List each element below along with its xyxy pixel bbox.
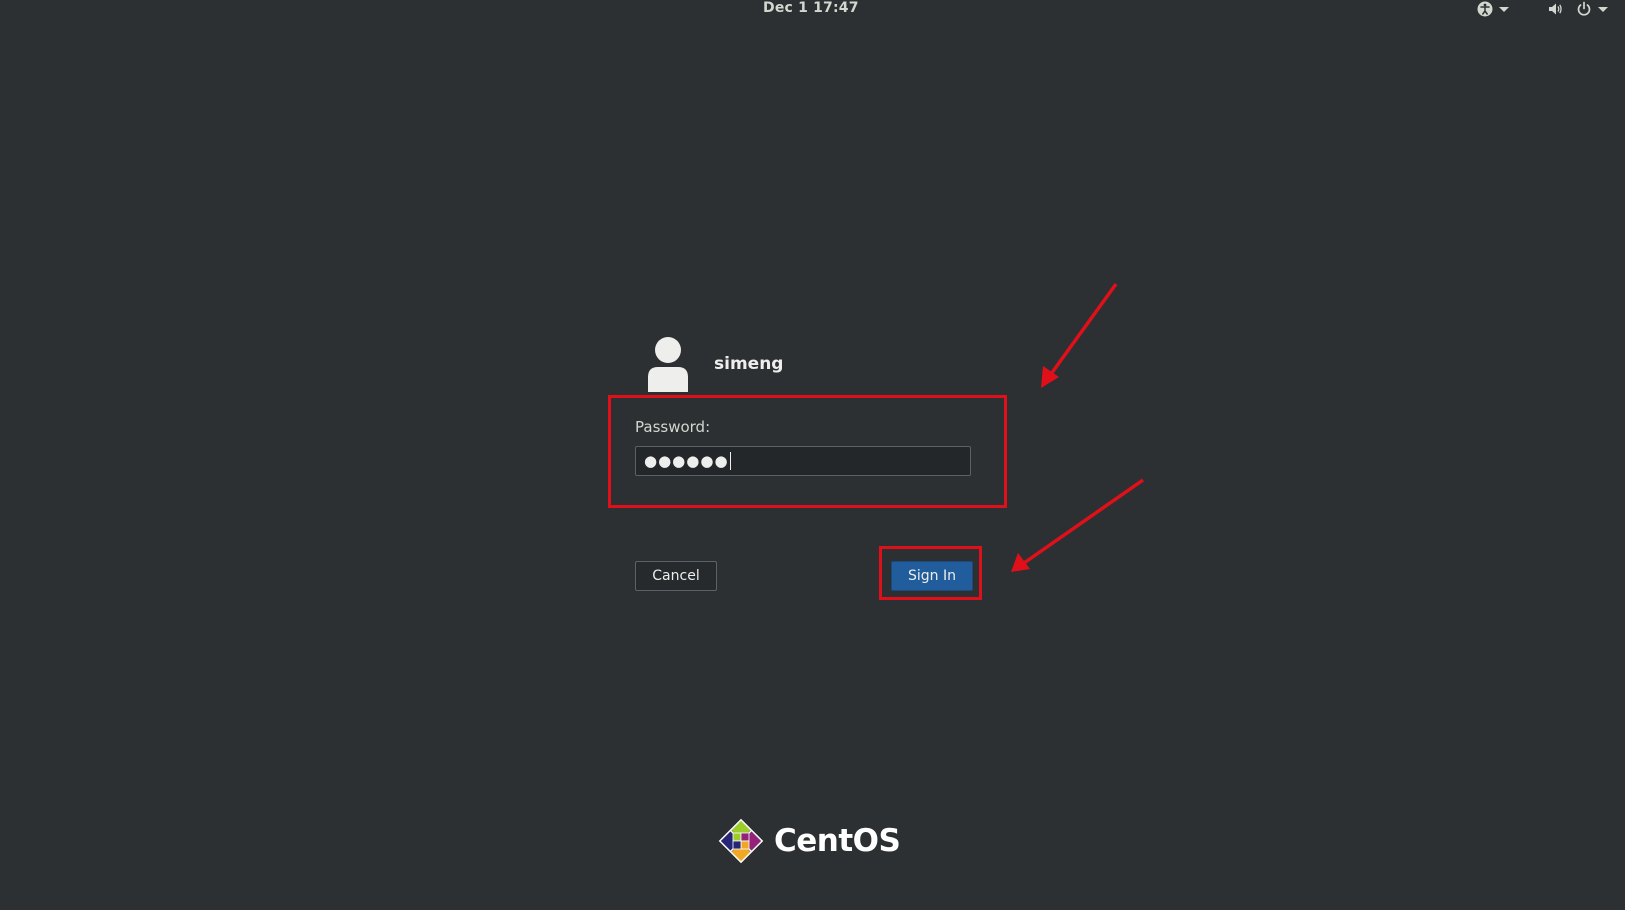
chevron-down-icon xyxy=(1598,6,1608,12)
user-row: simeng xyxy=(644,336,783,392)
cancel-button[interactable]: Cancel xyxy=(635,561,717,591)
centos-logo-icon xyxy=(718,818,764,864)
password-highlight-box xyxy=(608,395,1007,508)
accessibility-menu[interactable] xyxy=(1477,0,1509,18)
logo-text: CentOS xyxy=(774,823,901,859)
volume-icon xyxy=(1549,3,1562,15)
power-icon xyxy=(1577,1,1591,16)
chevron-down-icon xyxy=(1499,6,1509,12)
username: simeng xyxy=(714,354,784,374)
power-menu[interactable] xyxy=(1576,0,1608,18)
arrow-to-sign-in xyxy=(1011,478,1145,572)
volume-button[interactable] xyxy=(1547,0,1563,18)
top-bar: Dec 1 17:47 xyxy=(0,0,1625,18)
centos-logo: CentOS xyxy=(718,818,901,864)
sign-in-highlight-box xyxy=(879,546,982,600)
arrow-to-password xyxy=(1041,282,1118,388)
clock[interactable]: Dec 1 17:47 xyxy=(763,0,859,16)
accessibility-icon xyxy=(1477,1,1493,17)
user-avatar-icon xyxy=(648,337,688,392)
